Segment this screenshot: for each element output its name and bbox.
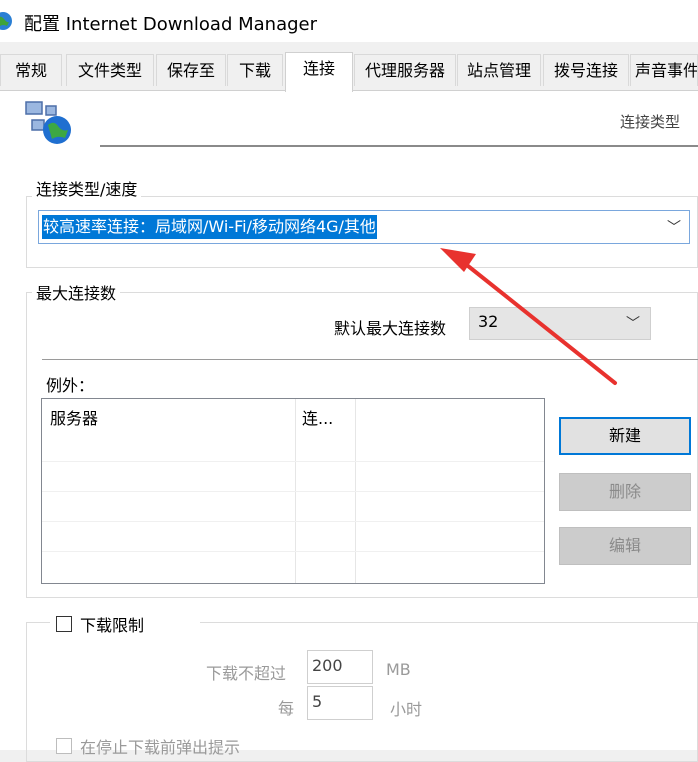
exceptions-list[interactable]: 服务器 连...: [41, 398, 545, 584]
row-separator: [42, 491, 544, 492]
row-separator: [42, 521, 544, 522]
popup-before-stop-checkbox[interactable]: [56, 738, 72, 754]
tab-downloads[interactable]: 下载: [227, 54, 283, 86]
tab-connection[interactable]: 连接: [285, 52, 353, 92]
default-max-connections-value: 32: [478, 312, 499, 331]
header-label: 连接类型: [620, 113, 681, 131]
connection-type-selected: 较高速率连接：局域网/Wi-Fi/移动网络4G/其他: [42, 215, 377, 239]
chevron-down-icon: ﹀: [667, 220, 681, 236]
column-header-server[interactable]: 服务器: [50, 405, 98, 429]
max-connections-group-title: 最大连接数: [32, 280, 121, 304]
window-title: 配置 Internet Download Manager: [24, 14, 318, 35]
per-hours-input[interactable]: 5: [307, 686, 373, 720]
tab-general[interactable]: 常规: [0, 54, 62, 86]
row-separator: [42, 551, 544, 552]
row-separator: [42, 461, 544, 462]
popup-before-stop-label: 在停止下载前弹出提示: [80, 738, 241, 757]
tab-dial-up[interactable]: 拨号连接: [543, 54, 629, 86]
exceptions-label: 例外：: [46, 376, 95, 395]
header-divider: [100, 145, 698, 147]
edit-button[interactable]: 编辑: [559, 527, 691, 565]
download-limit-checkbox[interactable]: [56, 616, 72, 632]
delete-button[interactable]: 删除: [559, 473, 691, 511]
download-limit-label: 下载限制: [80, 616, 145, 635]
default-max-connections-select[interactable]: 32 ﹀: [469, 307, 651, 340]
tab-file-types[interactable]: 文件类型: [66, 54, 154, 86]
chevron-down-icon: ﹀: [626, 316, 640, 332]
column-header-connections[interactable]: 连...: [302, 405, 333, 429]
tab-site-manager[interactable]: 站点管理: [457, 54, 541, 86]
new-button[interactable]: 新建: [559, 417, 691, 455]
connection-type-select[interactable]: 较高速率连接：局域网/Wi-Fi/移动网络4G/其他 ﹀: [38, 210, 690, 244]
default-max-connections-label: 默认最大连接数: [334, 319, 447, 338]
connection-type-group-title: 连接类型/速度: [32, 176, 142, 200]
tab-proxy[interactable]: 代理服务器: [354, 54, 456, 86]
network-globe-icon: [25, 101, 71, 144]
tab-save-to[interactable]: 保存至: [156, 54, 226, 86]
idm-globe-icon: [0, 12, 12, 30]
limit-amount-label: 下载不超过: [206, 664, 287, 683]
limit-amount-input[interactable]: 200: [307, 650, 373, 684]
per-label: 每: [278, 699, 295, 718]
limit-amount-unit: MB: [386, 660, 411, 679]
exceptions-divider: [42, 359, 698, 360]
tab-sounds[interactable]: 声音事件: [630, 54, 698, 86]
per-hours-unit: 小时: [390, 700, 423, 719]
